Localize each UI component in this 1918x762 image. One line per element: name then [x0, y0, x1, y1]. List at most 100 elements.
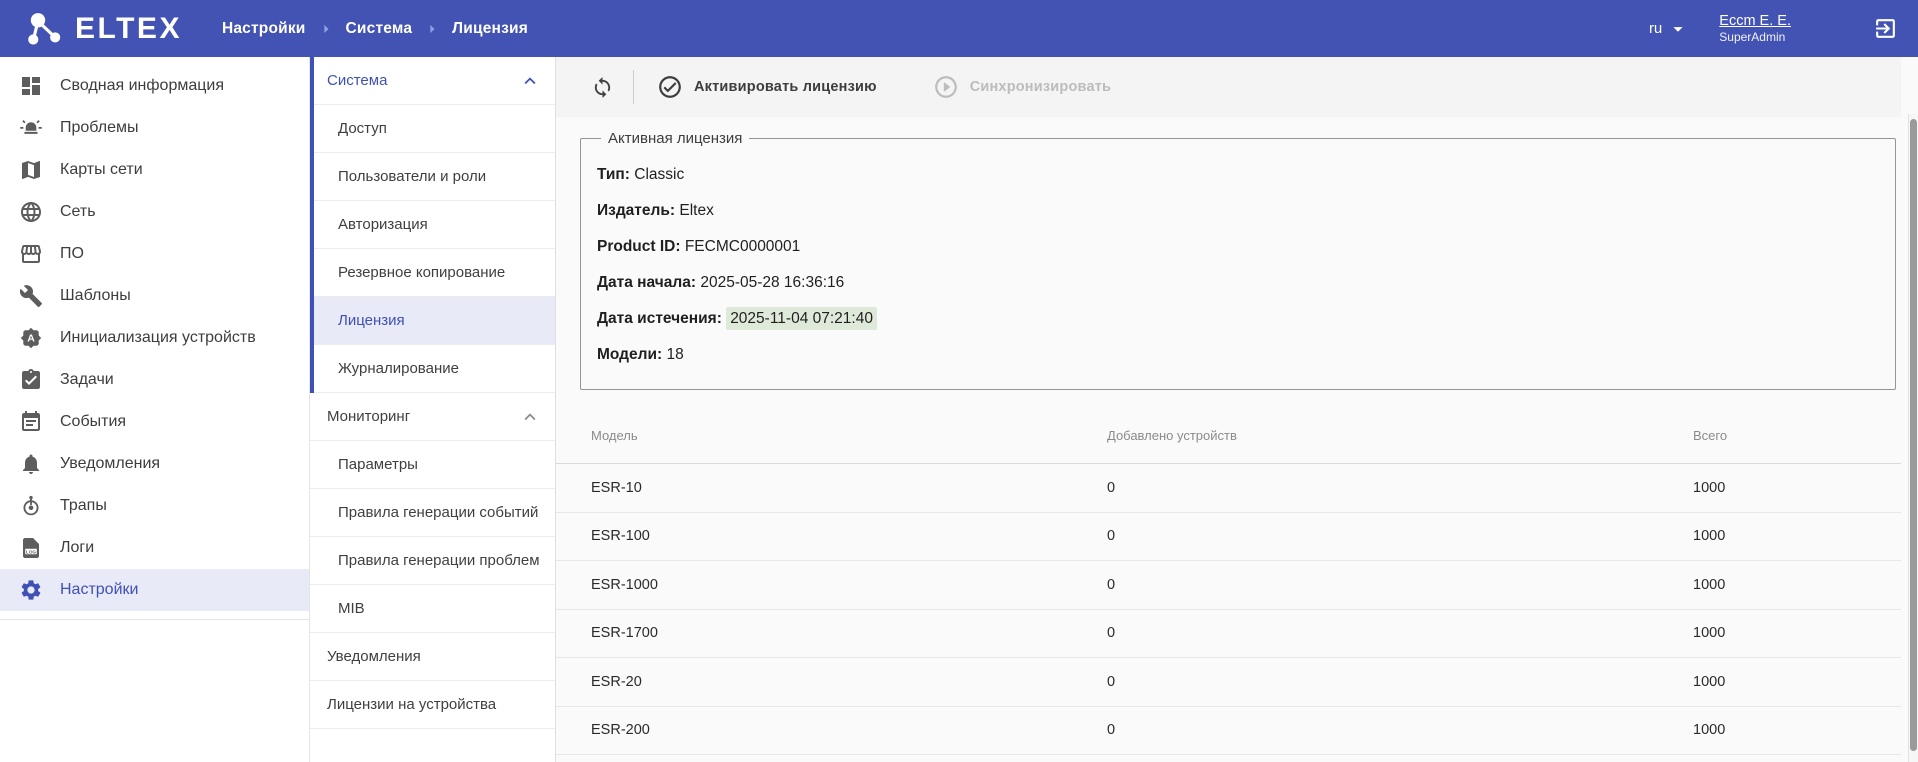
table-row: ESR-10001000 — [556, 513, 1901, 562]
submenu-section: Лицензии на устройства — [310, 681, 555, 729]
submenu-section-header[interactable]: Система — [310, 57, 555, 105]
license-field-value: FECMC0000001 — [685, 238, 800, 255]
device-init-badge-icon: A — [19, 326, 43, 350]
sidebar-item-6[interactable]: Шаблоны — [0, 275, 309, 317]
table-cell: ESR-200 — [556, 722, 1107, 738]
submenu-item[interactable]: MIB — [310, 585, 555, 633]
table-cell: 1000 — [1693, 480, 1901, 496]
activate-license-label: Активировать лицензию — [694, 79, 877, 95]
submenu-section: Система ДоступПользователи и роли Авториза… — [310, 57, 555, 393]
templates-wrench-icon — [19, 284, 43, 308]
eccm-app: ELTEX НастройкиСистемаЛицензия ru Eccm E… — [0, 0, 1918, 762]
breadcrumb-item[interactable]: Настройки — [222, 20, 306, 38]
sidebar-item-13[interactable]: Настройки — [0, 569, 309, 611]
license-field-label: Издатель: — [597, 202, 675, 219]
events-calendar-icon — [19, 410, 43, 434]
table-column-header: Всего — [1693, 428, 1901, 443]
table-cell: ESR-20 — [556, 674, 1107, 690]
table-header-row: МодельДобавлено устройствВсего — [556, 407, 1901, 464]
synchronize-button[interactable]: Синхронизировать — [933, 74, 1111, 100]
submenu-section: Мониторинг Параметры Правила генерации соб… — [310, 393, 555, 633]
submenu-item[interactable]: Правила генерации проблем — [310, 537, 555, 585]
user-name-link[interactable]: Eccm E. E. — [1719, 12, 1791, 30]
sidebar-item-3[interactable]: Карты сети — [0, 149, 309, 191]
table-cell: 1000 — [1693, 577, 1901, 593]
submenu-item-label: Параметры — [338, 456, 418, 473]
table-cell: 0 — [1107, 577, 1693, 593]
submenu-section-label: Мониторинг — [327, 408, 410, 425]
logs-file-icon: LOG — [19, 536, 43, 560]
submenu-item-label: Авторизация — [338, 216, 428, 233]
main-sidebar: Сводная информацияПроблемыКарты сети Сеть… — [0, 57, 310, 762]
sidebar-item-1[interactable]: Сводная информация — [0, 65, 309, 107]
sidebar-item-11[interactable]: Трапы — [0, 485, 309, 527]
license-field-value: Eltex — [679, 202, 713, 219]
license-field: Издатель: Eltex — [597, 193, 1879, 229]
sidebar-item-label: Сеть — [60, 203, 96, 221]
activate-license-button[interactable]: Активировать лицензию — [657, 74, 877, 100]
sidebar-item-5[interactable]: ПО — [0, 233, 309, 275]
sidebar-item-8[interactable]: Задачи — [0, 359, 309, 401]
breadcrumb: Настройки Система Лицензия — [222, 19, 528, 39]
topbar-right: ru Eccm E. E. SuperAdmin — [1649, 12, 1898, 45]
license-field-label: Product ID: — [597, 238, 681, 255]
table-cell: 1000 — [1693, 674, 1901, 690]
sidebar-item-label: Логи — [60, 539, 94, 557]
table-cell: 0 — [1107, 528, 1693, 544]
vertical-scrollbar[interactable] — [1908, 114, 1918, 762]
submenu-section-label: Уведомления — [327, 648, 421, 665]
breadcrumb-arrow-icon — [316, 19, 336, 39]
table-row: ESR-170001000 — [556, 610, 1901, 659]
license-field-label: Дата истечения: — [597, 310, 722, 327]
submenu-item[interactable]: Журналирование — [310, 345, 555, 393]
submenu-item[interactable]: Авторизация — [310, 201, 555, 249]
notifications-bell-icon — [19, 452, 43, 476]
submenu-item[interactable]: Пользователи и роли — [310, 153, 555, 201]
submenu-section-header[interactable]: Мониторинг — [310, 393, 555, 441]
active-license-legend: Активная лицензия — [601, 130, 749, 147]
table-column-header: Модель — [556, 428, 1107, 443]
network-map-icon — [19, 158, 43, 182]
software-storefront-icon — [19, 242, 43, 266]
table-cell: 0 — [1107, 480, 1693, 496]
scrollbar-thumb[interactable] — [1910, 119, 1917, 751]
chevron-up-icon — [519, 70, 541, 92]
submenu-item[interactable]: Лицензия — [310, 297, 555, 345]
table-cell: 1000 — [1693, 722, 1901, 738]
user-menu[interactable]: Eccm E. E. SuperAdmin — [1719, 12, 1791, 45]
sidebar-item-9[interactable]: События — [0, 401, 309, 443]
submenu-item[interactable]: Параметры — [310, 441, 555, 489]
sidebar-item-label: ПО — [60, 245, 84, 263]
sidebar-item-2[interactable]: Проблемы — [0, 107, 309, 149]
submenu-item[interactable]: Доступ — [310, 105, 555, 153]
settings-gear-icon — [19, 578, 43, 602]
breadcrumb-item[interactable]: Система — [346, 20, 413, 38]
refresh-icon[interactable] — [591, 76, 614, 99]
license-field-label: Тип: — [597, 166, 630, 183]
sidebar-item-4[interactable]: Сеть — [0, 191, 309, 233]
sidebar-item-12[interactable]: LOG Логи — [0, 527, 309, 569]
toolbar-divider — [633, 70, 634, 104]
breadcrumb-item[interactable]: Лицензия — [452, 20, 528, 38]
table-cell: 1000 — [1693, 528, 1901, 544]
submenu-section-label: Система — [327, 72, 387, 89]
submenu-item[interactable]: Резервное копирование — [310, 249, 555, 297]
toolbar: Активировать лицензию Синхронизировать — [556, 57, 1901, 117]
logout-button[interactable] — [1873, 16, 1898, 41]
play-circle-icon — [933, 74, 959, 100]
license-field-label: Модели: — [597, 346, 662, 363]
sidebar-item-label: Инициализация устройств — [60, 329, 256, 347]
sidebar-item-label: Уведомления — [60, 455, 160, 473]
sidebar-item-7[interactable]: A Инициализация устройств — [0, 317, 309, 359]
table-column-header: Добавлено устройств — [1107, 428, 1693, 443]
language-selector[interactable]: ru — [1649, 18, 1689, 40]
table-cell: 1000 — [1693, 625, 1901, 641]
sidebar-item-10[interactable]: Уведомления — [0, 443, 309, 485]
globe-icon — [19, 200, 43, 224]
license-fields: Тип: ClassicИздатель: EltexProduct ID: F… — [597, 157, 1879, 373]
license-field: Product ID: FECMC0000001 — [597, 229, 1879, 265]
caret-down-icon — [1667, 18, 1689, 40]
submenu-item[interactable]: Правила генерации событий — [310, 489, 555, 537]
submenu-section-header[interactable]: Лицензии на устройства — [310, 681, 555, 729]
submenu-section-header[interactable]: Уведомления — [310, 633, 555, 681]
